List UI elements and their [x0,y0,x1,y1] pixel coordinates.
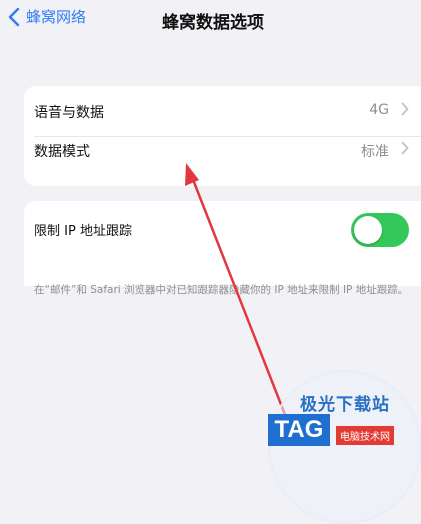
toggle-label: 限制 IP 地址跟踪 [34,224,132,239]
page-title: 蜂窝数据选项 [162,13,264,33]
row-label: 语音与数据 [34,105,104,121]
row-value: 标准 [361,144,389,160]
row-label: 数据模式 [34,144,90,160]
back-label: 蜂窝网络 [26,8,87,26]
row-voice-and-data[interactable]: 语音与数据 4G [24,86,421,136]
settings-group-ip-tracking: 限制 IP 地址跟踪 [24,201,421,286]
watermark-caption: 电脑技术网 [336,426,394,445]
watermark-badge: TAG [268,414,330,446]
chevron-left-icon [8,7,20,27]
toggle-knob [354,216,382,244]
chevron-right-icon [401,101,409,120]
settings-group-voice-data: 语音与数据 4G 数据模式 标准 [24,86,421,186]
limit-ip-tracking-toggle[interactable] [351,213,409,247]
footnote: 在“邮件”和 Safari 浏览器中对已知跟踪器隐藏你的 IP 地址来限制 IP… [34,284,409,296]
navigation-bar: 蜂窝网络 蜂窝数据选项 [0,0,421,40]
row-data-mode[interactable]: 数据模式 标准 [24,136,421,186]
back-button[interactable]: 蜂窝网络 [8,6,86,27]
row-value: 4G [369,102,389,118]
chevron-right-icon [401,140,409,159]
watermark-site-text: 极光下载站 [300,395,390,415]
watermark: 极光下载站 TAG 电脑技术网 [262,362,421,524]
